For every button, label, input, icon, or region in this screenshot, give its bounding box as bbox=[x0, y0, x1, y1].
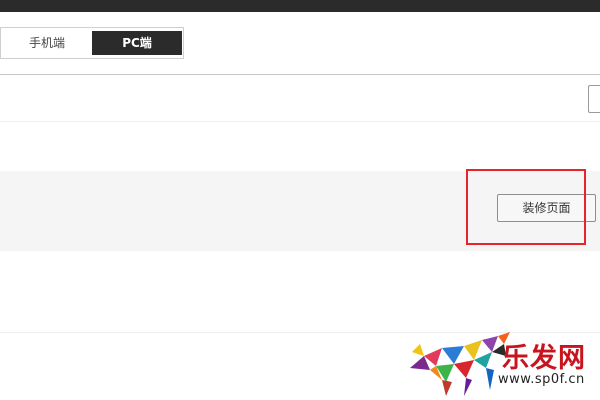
device-toggle: 手机端 PC端 bbox=[0, 27, 184, 59]
watermark-title: 乐发网 bbox=[502, 343, 586, 374]
highlight-annotation bbox=[466, 169, 586, 245]
row-divider bbox=[0, 121, 600, 122]
top-bar bbox=[0, 0, 600, 12]
watermark-url: www.sp0f.cn bbox=[498, 372, 585, 387]
header-divider bbox=[0, 74, 600, 75]
tab-mobile[interactable]: 手机端 bbox=[3, 31, 91, 55]
tab-pc[interactable]: PC端 bbox=[92, 31, 182, 55]
partial-edge-button[interactable] bbox=[588, 85, 600, 113]
